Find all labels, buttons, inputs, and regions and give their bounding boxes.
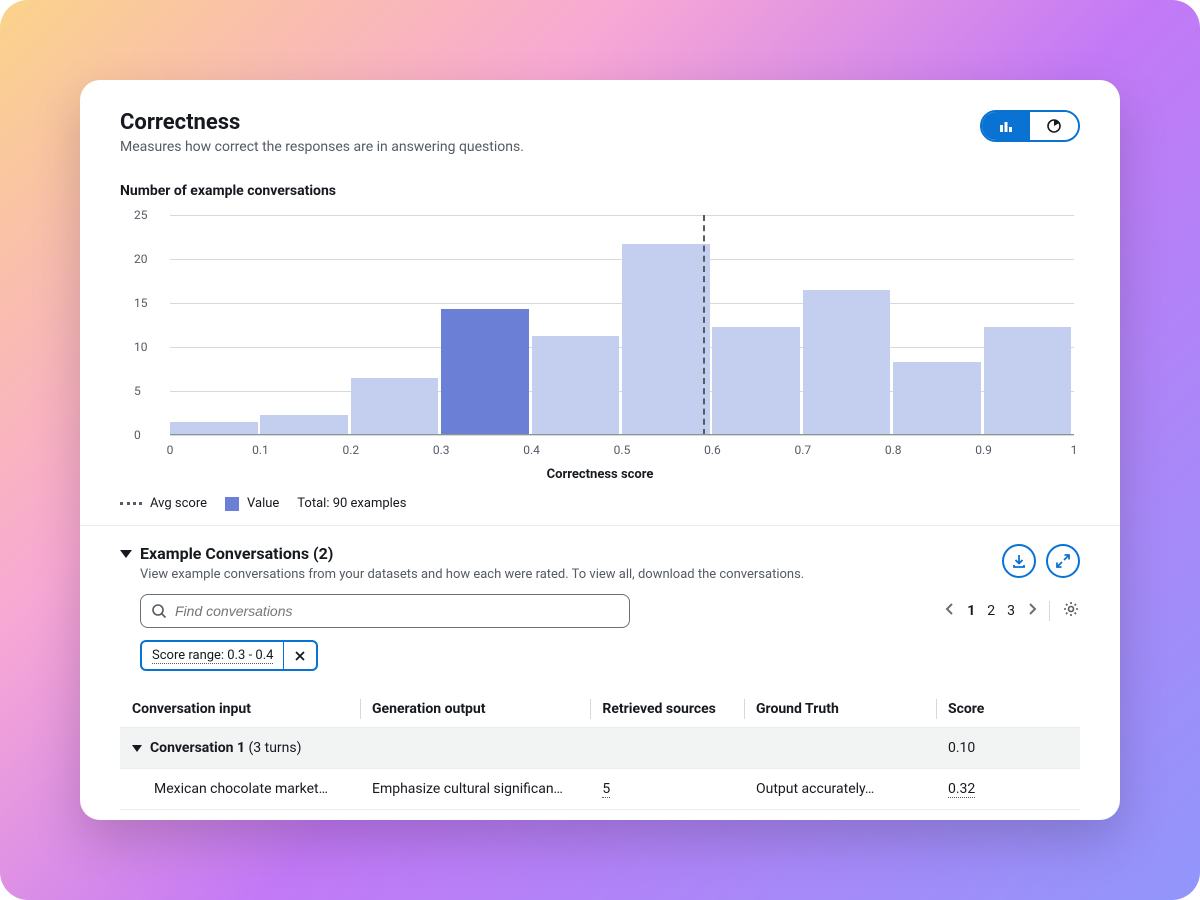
legend-avg: Avg score: [150, 496, 207, 511]
section-subtitle: View example conversations from your dat…: [120, 567, 804, 582]
histogram-bar[interactable]: [532, 336, 620, 435]
legend-value: Value: [247, 496, 279, 511]
col-truth[interactable]: Ground Truth: [744, 691, 936, 728]
legend-total: Total: 90 examples: [297, 496, 406, 511]
chart-legend: Avg score Value Total: 90 examples: [120, 496, 1080, 525]
filter-chip-label[interactable]: Score range: 0.3 - 0.4: [142, 642, 283, 669]
x-tick-label: 0.7: [794, 443, 811, 457]
cell-output: Emphasize cultural significan…: [360, 769, 590, 810]
histogram-bar[interactable]: [622, 244, 710, 435]
conversations-table: Conversation input Generation output Ret…: [120, 691, 1080, 810]
x-tick-label: 0: [167, 443, 174, 457]
x-tick-label: 0.9: [975, 443, 992, 457]
view-toggle[interactable]: [980, 110, 1080, 142]
search-input[interactable]: [175, 603, 619, 619]
pie-chart-icon[interactable]: [1030, 112, 1078, 140]
histogram-bar[interactable]: [351, 378, 439, 435]
card: Correctness Measures how correct the res…: [80, 80, 1120, 820]
x-tick-label: 1: [1071, 443, 1078, 457]
cell-score: 0.32: [936, 769, 1080, 810]
page-2[interactable]: 2: [987, 603, 995, 619]
page-1[interactable]: 1: [967, 603, 975, 619]
x-tick-label: 0.8: [885, 443, 902, 457]
bar-chart-icon[interactable]: [982, 112, 1030, 140]
avg-score-line: [703, 215, 705, 435]
table-group-row[interactable]: Conversation 1 (3 turns) 0.10: [120, 728, 1080, 769]
filter-chip-remove[interactable]: [283, 642, 316, 669]
search-input-container[interactable]: [140, 594, 630, 628]
histogram-bar[interactable]: [893, 362, 981, 435]
x-tick-label: 0.3: [433, 443, 450, 457]
table-row[interactable]: Mexican chocolate market… Emphasize cult…: [120, 769, 1080, 810]
col-output[interactable]: Generation output: [360, 691, 590, 728]
x-tick-label: 0.2: [342, 443, 359, 457]
cell-sources: 5: [590, 769, 744, 810]
prev-page-button[interactable]: [945, 602, 955, 620]
row-caret-icon: [132, 745, 142, 752]
next-page-button[interactable]: [1027, 602, 1037, 620]
chart-y-title: Number of example conversations: [120, 183, 1080, 199]
page-3[interactable]: 3: [1007, 603, 1015, 619]
group-score: 0.10: [936, 728, 1080, 769]
page-subtitle: Measures how correct the responses are i…: [120, 139, 524, 155]
histogram-bar[interactable]: [260, 415, 348, 435]
section-title: Example Conversations (2): [140, 544, 333, 563]
download-button[interactable]: [1002, 544, 1036, 578]
col-input[interactable]: Conversation input: [120, 691, 360, 728]
settings-button[interactable]: [1062, 600, 1080, 622]
search-icon: [151, 603, 167, 619]
histogram-bar[interactable]: [441, 309, 529, 435]
col-sources[interactable]: Retrieved sources: [590, 691, 744, 728]
page-title: Correctness: [120, 110, 524, 135]
col-score[interactable]: Score: [936, 691, 1080, 728]
chart-x-title: Correctness score: [120, 467, 1080, 482]
histogram-bar[interactable]: [712, 327, 800, 435]
x-tick-label: 0.5: [614, 443, 631, 457]
x-tick-label: 0.6: [704, 443, 721, 457]
filter-chip: Score range: 0.3 - 0.4: [140, 640, 318, 671]
expand-button[interactable]: [1046, 544, 1080, 578]
histogram-chart: 00.10.20.30.40.50.60.70.80.910510152025 …: [120, 205, 1080, 482]
histogram-bar[interactable]: [803, 290, 891, 435]
pagination: 1 2 3: [945, 600, 1080, 622]
section-caret-icon[interactable]: [120, 550, 132, 558]
x-tick-label: 0.4: [523, 443, 540, 457]
histogram-bar[interactable]: [984, 327, 1072, 435]
cell-input: Mexican chocolate market…: [120, 769, 360, 810]
x-tick-label: 0.1: [252, 443, 269, 457]
cell-truth: Output accurately…: [744, 769, 936, 810]
